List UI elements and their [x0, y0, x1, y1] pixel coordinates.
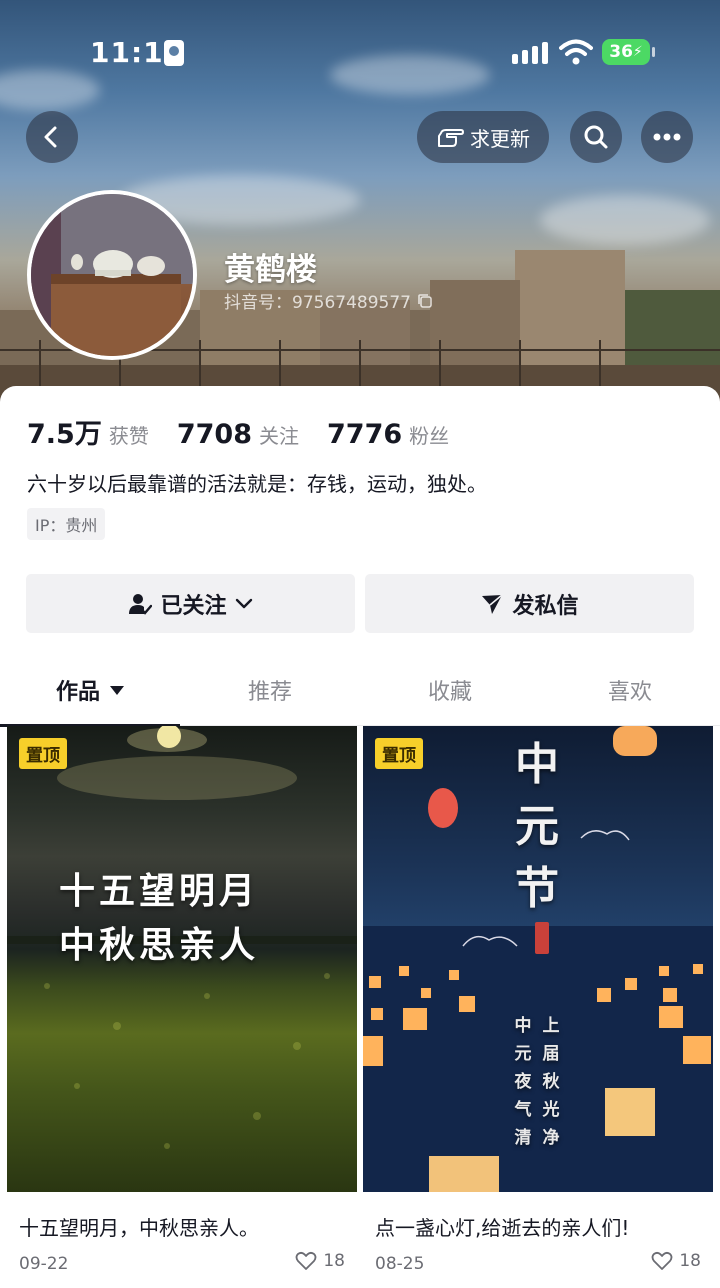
contact-card-icon [164, 40, 184, 66]
likes-count: 18 [323, 1251, 345, 1271]
douyin-id-text: 抖音号：97567489577 [224, 293, 411, 313]
copy-icon[interactable] [417, 293, 433, 309]
profile-card: 7.5万 获赞 7708 关注 7776 粉丝 六十岁以后最靠谱的活法就是：存钱… [0, 386, 720, 1288]
tab-label: 作品 [55, 680, 100, 705]
cellular-signal-icon [512, 42, 548, 64]
content-tabs: 作品 推荐 收藏 喜欢 [0, 654, 720, 727]
back-arrow-icon [44, 126, 57, 148]
followed-button[interactable]: 已关注 [26, 574, 355, 633]
followed-label: 已关注 [160, 593, 227, 619]
send-message-label: 发私信 [512, 593, 579, 619]
stat-label: 获赞 [108, 424, 149, 448]
stat-value: 7708 [176, 419, 252, 450]
tab-recommend[interactable]: 推荐 [180, 654, 360, 726]
thumbnail-caption-line: 十五望明月 [59, 870, 260, 912]
caret-down-icon [110, 685, 124, 695]
douyin-id[interactable]: 抖音号：97567489577 [224, 288, 433, 313]
more-dots-icon [653, 133, 681, 141]
more-button[interactable] [641, 111, 693, 163]
battery-indicator: 36 ⚡ [602, 39, 655, 65]
thumbnail-poem-line: 上届秋光净 [542, 1016, 560, 1148]
video-likes: 18 [295, 1251, 345, 1271]
tab-label: 收藏 [427, 680, 472, 705]
pinned-badge: 置顶 [375, 738, 423, 769]
thumbnail-caption-line: 中秋思亲人 [59, 924, 260, 966]
back-button[interactable] [26, 111, 78, 163]
stat-value: 7.5万 [27, 419, 102, 450]
send-plane-icon [482, 593, 503, 614]
stat-likes[interactable]: 7.5万 获赞 [27, 412, 149, 451]
tab-label: 推荐 [247, 680, 292, 705]
video-date: 09-22 [19, 1254, 69, 1274]
video-title[interactable]: 十五望明月，中秋思亲人。 [19, 1212, 259, 1241]
heart-icon [651, 1251, 673, 1270]
request-update-label: 求更新 [470, 126, 530, 151]
video-date: 08-25 [375, 1254, 425, 1274]
chevron-down-icon [235, 598, 252, 608]
video-card[interactable]: 十五望明月 中秋思亲人 置顶 十五望明月，中秋思亲人。 09-22 18 [7, 726, 357, 1288]
video-title[interactable]: 点一盏心灯,给逝去的亲人们! [375, 1212, 629, 1241]
battery-level: 36 [609, 42, 633, 62]
avatar[interactable] [27, 190, 197, 360]
tab-likes[interactable]: 喜欢 [540, 654, 720, 726]
search-icon [584, 125, 608, 149]
tab-favorites[interactable]: 收藏 [360, 654, 540, 726]
pointing-hand-icon [438, 129, 464, 147]
profile-name: 黄鹤楼 [224, 252, 317, 288]
user-check-icon [129, 593, 153, 615]
send-message-button[interactable]: 发私信 [365, 574, 694, 633]
stat-value: 7776 [327, 419, 403, 450]
stat-label: 粉丝 [409, 424, 450, 448]
stat-following[interactable]: 7708 关注 [177, 419, 299, 450]
video-thumbnail[interactable]: 十五望明月 中秋思亲人 置顶 [7, 726, 357, 1192]
tab-label: 喜欢 [607, 680, 652, 705]
avatar-photo [31, 194, 193, 356]
tab-works[interactable]: 作品 [0, 654, 180, 727]
profile-bio: 六十岁以后最靠谱的活法就是：存钱，运动，独处。 [27, 472, 487, 496]
pinned-badge: 置顶 [19, 738, 67, 769]
heart-icon [295, 1251, 317, 1270]
stat-followers[interactable]: 7776 粉丝 [327, 419, 449, 450]
ip-location-tag: IP：贵州 [27, 508, 106, 540]
stat-label: 关注 [259, 424, 299, 448]
video-likes: 18 [651, 1251, 701, 1271]
status-bar: 11:13 36 ⚡ [0, 0, 720, 100]
likes-count: 18 [679, 1251, 701, 1271]
thumbnail-title-vertical: 中元节 [515, 739, 559, 914]
profile-stats: 7.5万 获赞 7708 关注 7776 粉丝 [27, 412, 477, 451]
search-button[interactable] [570, 111, 622, 163]
video-thumbnail[interactable]: 中元节 上届秋光净 中元夜气清 置顶 [363, 726, 713, 1192]
request-update-button[interactable]: 求更新 [417, 111, 549, 163]
wifi-icon [559, 39, 593, 65]
thumbnail-poem-line: 中元夜气清 [514, 1016, 532, 1148]
video-card[interactable]: 中元节 上届秋光净 中元夜气清 置顶 点一盏心灯,给逝去的亲人们! 08-25 … [363, 726, 713, 1288]
cloud [540, 195, 710, 245]
